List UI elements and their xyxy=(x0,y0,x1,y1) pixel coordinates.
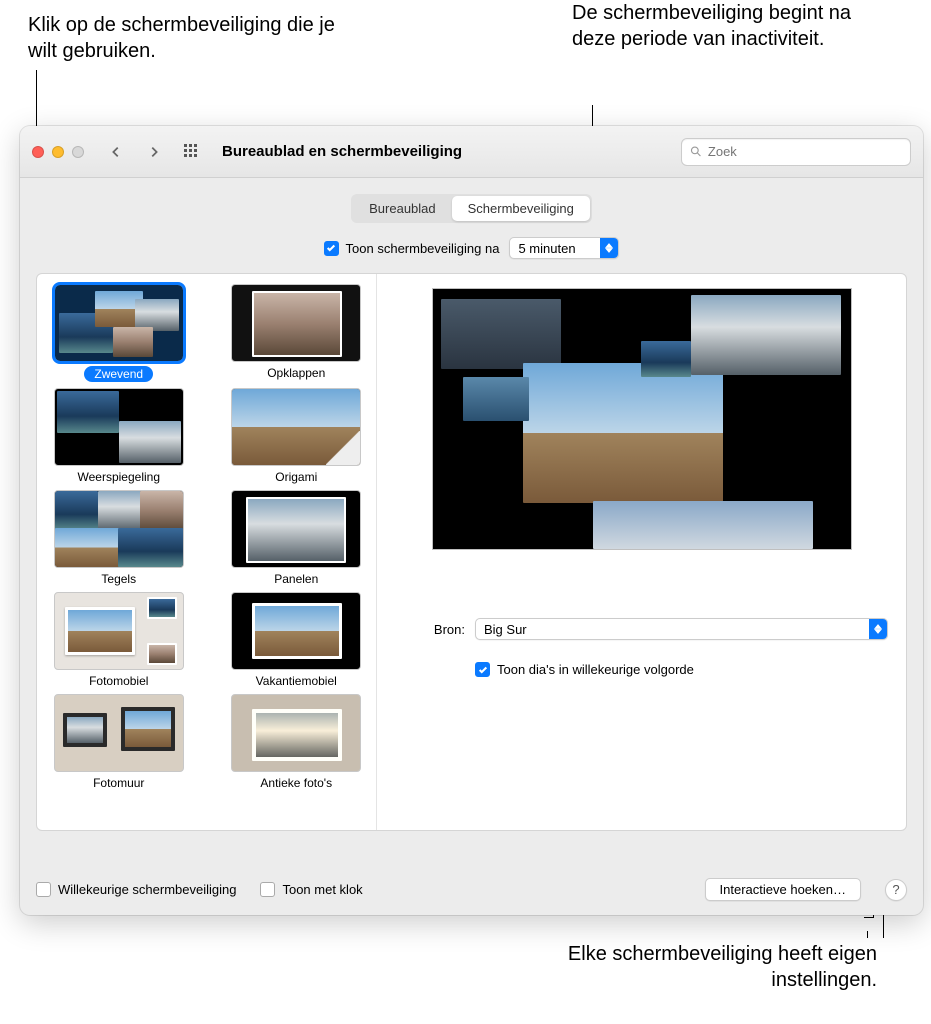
clock-checkbox[interactable]: Toon met klok xyxy=(260,882,362,897)
screensaver-item-weerspiegeling[interactable]: Weerspiegeling xyxy=(45,388,193,484)
help-button[interactable]: ? xyxy=(885,879,907,901)
close-window-button[interactable] xyxy=(32,146,44,158)
tab-bar: Bureaublad Schermbeveiliging xyxy=(20,194,923,223)
screensaver-item-opklappen[interactable]: Opklappen xyxy=(223,284,371,382)
source-value: Big Sur xyxy=(476,622,869,637)
checkbox-icon xyxy=(475,662,490,677)
show-after-checkbox[interactable]: Toon schermbeveiliging na xyxy=(324,241,500,256)
checkbox-icon xyxy=(260,882,275,897)
checkbox-icon xyxy=(324,241,339,256)
callout-bottom-right: Elke schermbeveiliging heeft eigen inste… xyxy=(477,941,877,993)
random-checkbox[interactable]: Willekeurige schermbeveiliging xyxy=(36,882,236,897)
show-after-popup[interactable]: 5 minuten xyxy=(509,237,619,259)
screensaver-item-zwevend[interactable]: Zwevend xyxy=(45,284,193,382)
checkbox-icon xyxy=(36,882,51,897)
screensaver-label: Origami xyxy=(275,470,317,484)
screensaver-item-panelen[interactable]: Panelen xyxy=(223,490,371,586)
callout-top-left: Klik op de schermbeveiliging die je wilt… xyxy=(28,12,348,64)
screensaver-list[interactable]: Zwevend Opklappen xyxy=(37,274,377,830)
prefs-window: Bureaublad en schermbeveiliging Bureaubl… xyxy=(20,126,923,915)
screensaver-label: Opklappen xyxy=(267,366,325,380)
back-button[interactable] xyxy=(102,138,130,166)
screensaver-item-fotomuur[interactable]: Fotomuur xyxy=(45,694,193,790)
screensaver-label: Panelen xyxy=(274,572,318,586)
screensaver-label: Weerspiegeling xyxy=(78,470,161,484)
screensaver-item-tegels[interactable]: Tegels xyxy=(45,490,193,586)
tab-desktop[interactable]: Bureaublad xyxy=(353,196,452,221)
chevron-updown-icon xyxy=(869,619,887,639)
screensaver-label: Fotomobiel xyxy=(89,674,148,688)
screensaver-label: Vakantiemobiel xyxy=(256,674,337,688)
show-after-label: Toon schermbeveiliging na xyxy=(346,241,500,256)
source-popup[interactable]: Big Sur xyxy=(475,618,888,640)
window-controls xyxy=(32,146,84,158)
search-input[interactable] xyxy=(708,144,902,159)
show-after-value: 5 minuten xyxy=(510,241,600,256)
chevron-updown-icon xyxy=(600,238,618,258)
screensaver-item-fotomobiel[interactable]: Fotomobiel xyxy=(45,592,193,688)
screensaver-item-vakantiemobiel[interactable]: Vakantiemobiel xyxy=(223,592,371,688)
screensaver-label: Antieke foto's xyxy=(260,776,332,790)
search-icon xyxy=(690,145,702,158)
shuffle-checkbox[interactable]: Toon dia's in willekeurige volgorde xyxy=(475,662,694,677)
callout-top-right: De schermbeveiliging begint na deze peri… xyxy=(572,0,882,52)
shuffle-label: Toon dia's in willekeurige volgorde xyxy=(497,662,694,677)
source-label: Bron: xyxy=(395,622,465,637)
zoom-window-button[interactable] xyxy=(72,146,84,158)
random-label: Willekeurige schermbeveiliging xyxy=(58,882,236,897)
tab-screensaver[interactable]: Schermbeveiliging xyxy=(452,196,590,221)
minimize-window-button[interactable] xyxy=(52,146,64,158)
window-title: Bureaublad en schermbeveiliging xyxy=(222,143,462,160)
hot-corners-button[interactable]: Interactieve hoeken… xyxy=(705,878,861,901)
clock-label: Toon met klok xyxy=(282,882,362,897)
screensaver-label: Zwevend xyxy=(84,366,153,382)
search-field[interactable] xyxy=(681,138,911,166)
screensaver-label: Fotomuur xyxy=(93,776,144,790)
screensaver-label: Tegels xyxy=(101,572,136,586)
screensaver-item-antieke[interactable]: Antieke foto's xyxy=(223,694,371,790)
screensaver-preview[interactable] xyxy=(432,288,852,550)
screensaver-item-origami[interactable]: Origami xyxy=(223,388,371,484)
titlebar: Bureaublad en schermbeveiliging xyxy=(20,126,923,178)
show-all-icon[interactable] xyxy=(178,138,206,166)
forward-button[interactable] xyxy=(140,138,168,166)
